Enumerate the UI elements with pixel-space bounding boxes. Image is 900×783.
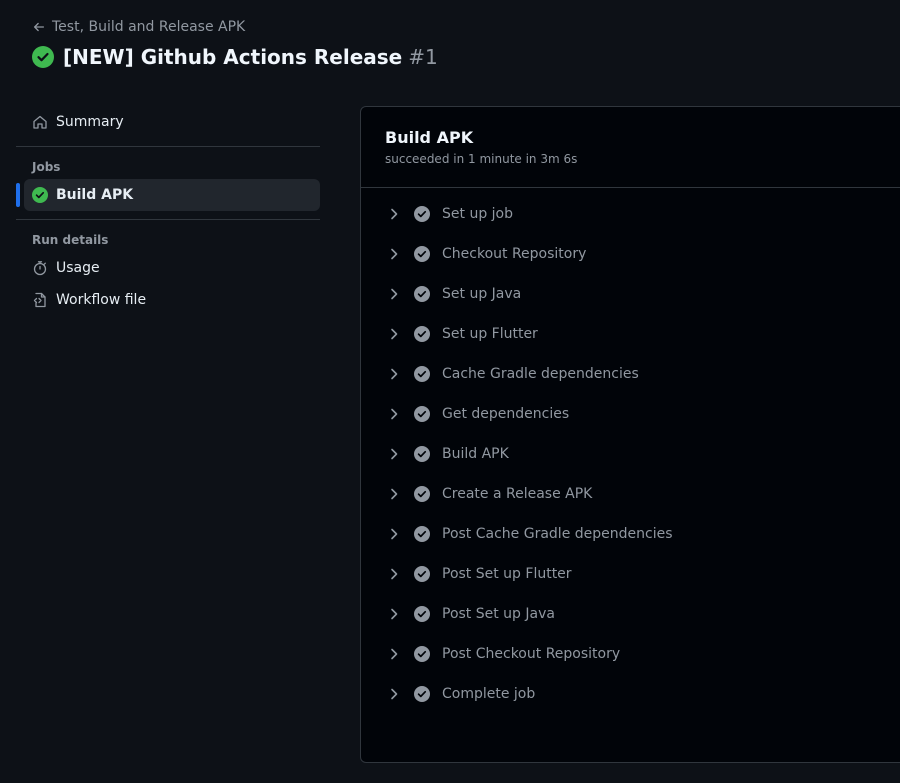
job-steps-list: Set up job Checkout Repository Set up Ja… <box>361 188 900 714</box>
check-circle-icon <box>414 486 430 502</box>
sidebar-item-build-apk[interactable]: Build APK <box>16 179 320 211</box>
run-number: #1 <box>408 45 438 69</box>
chevron-right-icon <box>391 368 398 380</box>
sidebar-item-workflow-file[interactable]: Workflow file <box>16 284 320 316</box>
check-circle-icon <box>414 206 430 222</box>
sidebar-item-label: Workflow file <box>56 292 147 308</box>
chevron-right-icon <box>391 568 398 580</box>
check-circle-icon <box>414 566 430 582</box>
run-details-heading: Run details <box>32 233 109 247</box>
step-row[interactable]: Checkout Repository <box>361 234 900 274</box>
sidebar-item-label: Build APK <box>56 187 134 203</box>
run-sidebar: Summary Jobs Build APK Run details Usage <box>16 106 320 316</box>
arrow-left-icon <box>33 22 45 32</box>
sidebar-divider <box>16 146 320 147</box>
chevron-right-icon <box>391 608 398 620</box>
sidebar-divider <box>16 219 320 220</box>
back-link-label: Test, Build and Release APK <box>52 19 246 35</box>
success-check-circle-icon <box>32 187 48 203</box>
check-circle-icon <box>414 646 430 662</box>
chevron-right-icon <box>391 688 398 700</box>
job-title: Build APK <box>385 128 474 147</box>
step-label: Set up job <box>442 206 513 222</box>
step-row[interactable]: Build APK <box>361 434 900 474</box>
step-label: Set up Flutter <box>442 326 538 342</box>
chevron-right-icon <box>391 448 398 460</box>
job-log-panel: Build APK succeeded in 1 minute in 3m 6s… <box>360 106 900 763</box>
step-row[interactable]: Post Cache Gradle dependencies <box>361 514 900 554</box>
step-label: Post Set up Java <box>442 606 555 622</box>
chevron-right-icon <box>391 288 398 300</box>
chevron-right-icon <box>391 248 398 260</box>
step-row[interactable]: Complete job <box>361 674 900 714</box>
home-icon <box>33 115 47 129</box>
back-to-workflow-link[interactable]: Test, Build and Release APK <box>32 19 245 35</box>
file-code-icon <box>33 292 46 308</box>
step-label: Build APK <box>442 446 509 462</box>
run-title: [NEW] Github Actions Release <box>63 45 403 69</box>
check-circle-icon <box>414 526 430 542</box>
stopwatch-icon <box>33 261 47 276</box>
chevron-right-icon <box>391 528 398 540</box>
sidebar-item-label: Usage <box>56 260 100 276</box>
step-label: Post Cache Gradle dependencies <box>442 526 673 542</box>
step-label: Get dependencies <box>442 406 570 422</box>
check-circle-icon <box>414 286 430 302</box>
step-row[interactable]: Set up Java <box>361 274 900 314</box>
step-row[interactable]: Post Set up Java <box>361 594 900 634</box>
sidebar-item-usage[interactable]: Usage <box>16 252 320 284</box>
success-check-circle-icon <box>32 46 54 68</box>
step-label: Complete job <box>442 686 536 702</box>
page-title: [NEW] Github Actions Release #1 <box>63 45 438 69</box>
chevron-right-icon <box>391 208 398 220</box>
step-row[interactable]: Post Set up Flutter <box>361 554 900 594</box>
step-label: Checkout Repository <box>442 246 587 262</box>
step-row[interactable]: Post Checkout Repository <box>361 634 900 674</box>
chevron-right-icon <box>391 488 398 500</box>
step-row[interactable]: Set up Flutter <box>361 314 900 354</box>
step-row[interactable]: Set up job <box>361 194 900 234</box>
step-row[interactable]: Get dependencies <box>361 394 900 434</box>
step-label: Post Checkout Repository <box>442 646 621 662</box>
jobs-heading: Jobs <box>32 160 61 174</box>
step-label: Create a Release APK <box>442 486 593 502</box>
check-circle-icon <box>414 606 430 622</box>
check-circle-icon <box>414 246 430 262</box>
job-status-text: succeeded in 1 minute in 3m 6s <box>385 152 578 166</box>
chevron-right-icon <box>391 648 398 660</box>
sidebar-item-summary[interactable]: Summary <box>16 106 320 138</box>
chevron-right-icon <box>391 408 398 420</box>
check-circle-icon <box>414 366 430 382</box>
step-row[interactable]: Cache Gradle dependencies <box>361 354 900 394</box>
chevron-right-icon <box>391 328 398 340</box>
check-circle-icon <box>414 326 430 342</box>
workflow-run-page: Test, Build and Release APK [NEW] Github… <box>0 0 900 783</box>
sidebar-item-label: Summary <box>56 114 124 130</box>
check-circle-icon <box>414 446 430 462</box>
check-circle-icon <box>414 686 430 702</box>
run-title-row: [NEW] Github Actions Release #1 <box>32 45 438 69</box>
step-row[interactable]: Create a Release APK <box>361 474 900 514</box>
step-label: Post Set up Flutter <box>442 566 572 582</box>
check-circle-icon <box>414 406 430 422</box>
job-header: Build APK succeeded in 1 minute in 3m 6s <box>361 107 900 188</box>
step-label: Cache Gradle dependencies <box>442 366 639 382</box>
step-label: Set up Java <box>442 286 522 302</box>
